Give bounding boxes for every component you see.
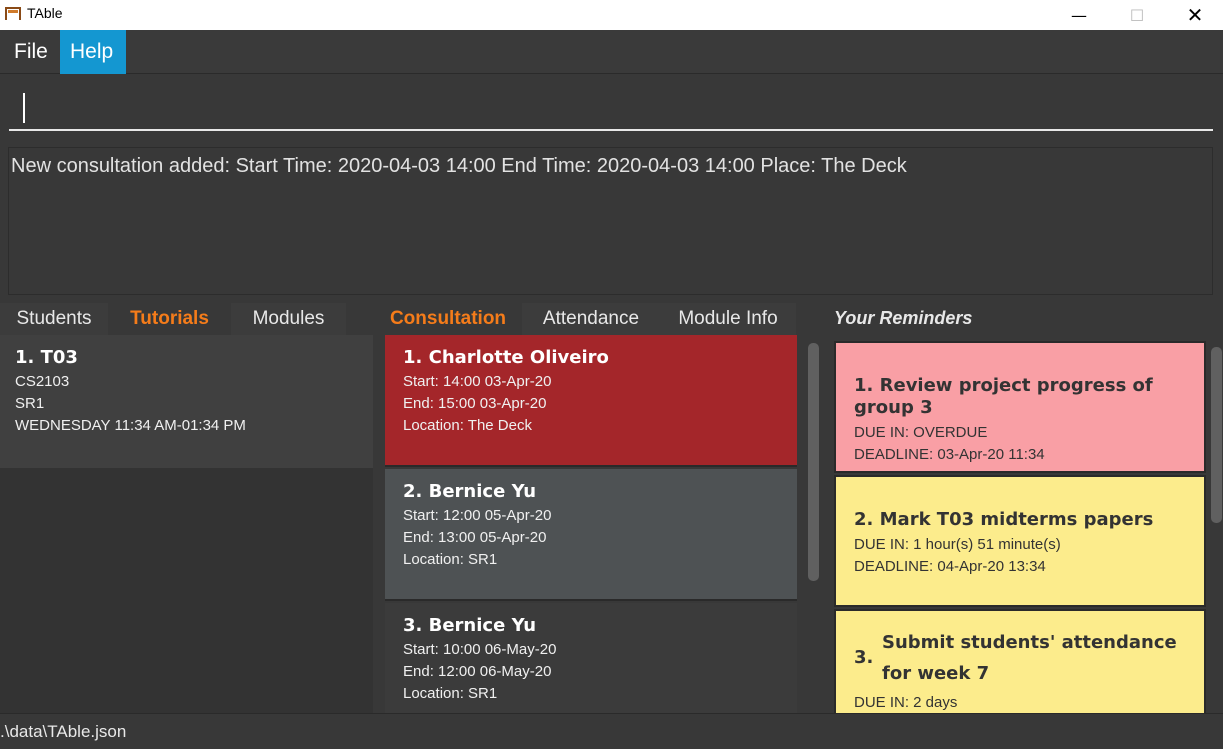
- tutorial-card[interactable]: 1. T03 CS2103 SR1 WEDNESDAY 11:34 AM-01:…: [0, 335, 373, 468]
- reminders-panel: Your Reminders 1. Review project progres…: [826, 303, 1223, 719]
- consultation-end: End: 15:00 03-Apr-20: [403, 395, 547, 412]
- reminder-due: DUE IN: 2 days: [854, 694, 958, 711]
- consultation-card[interactable]: 1. Charlotte Oliveiro Start: 14:00 03-Ap…: [385, 335, 797, 467]
- tutorial-list[interactable]: 1. T03 CS2103 SR1 WEDNESDAY 11:34 AM-01:…: [0, 335, 373, 713]
- tab-module-info[interactable]: Module Info: [660, 303, 796, 335]
- reminder-card[interactable]: 2. Mark T03 midterms papers DUE IN: 1 ho…: [834, 475, 1206, 607]
- left-panel: Students Tutorials Modules 1. T03 CS2103…: [0, 303, 373, 713]
- save-location: .\data\TAble.json: [0, 722, 127, 741]
- reminder-due: DUE IN: 1 hour(s) 51 minute(s): [854, 536, 1061, 553]
- reminder-deadline: DEADLINE: 04-Apr-20 13:34: [854, 558, 1046, 575]
- consultation-start: Start: 12:00 05-Apr-20: [403, 507, 552, 524]
- tab-tutorials[interactable]: Tutorials: [108, 303, 231, 335]
- consultation-start: Start: 10:00 06-May-20: [403, 641, 557, 658]
- reminder-heading-text: Submit students' attendance for week 7: [882, 632, 1177, 684]
- reminder-due: DUE IN: OVERDUE: [854, 424, 988, 441]
- consultation-name: 3. Bernice Yu: [403, 615, 537, 636]
- consultation-scrollbar[interactable]: [808, 343, 819, 581]
- menu-help[interactable]: Help: [60, 30, 126, 74]
- result-text: New consultation added: Start Time: 2020…: [11, 155, 907, 177]
- status-bar: .\data\TAble.json: [0, 713, 1223, 749]
- tab-students[interactable]: Students: [0, 303, 108, 335]
- tutorial-heading: 1. T03: [15, 347, 78, 368]
- reminders-scrollbar[interactable]: [1211, 347, 1222, 523]
- reminder-card[interactable]: 3. Submit students' attendance for week …: [834, 609, 1206, 719]
- app-table-icon: [5, 7, 21, 20]
- consultation-end: End: 12:00 06-May-20: [403, 663, 552, 680]
- tutorial-venue: SR1: [15, 395, 45, 412]
- reminder-number: 3.: [854, 647, 874, 668]
- minimize-button[interactable]: —: [1050, 0, 1108, 30]
- left-tabs: Students Tutorials Modules: [0, 303, 346, 335]
- reminder-deadline: DEADLINE: 03-Apr-20 11:34: [854, 446, 1045, 463]
- tab-attendance[interactable]: Attendance: [522, 303, 660, 335]
- result-display[interactable]: New consultation added: Start Time: 2020…: [8, 147, 1213, 295]
- reminder-heading: 3. Submit students' attendance for week …: [854, 627, 1186, 689]
- consultation-list[interactable]: 1. Charlotte Oliveiro Start: 14:00 03-Ap…: [383, 335, 797, 713]
- consultation-card[interactable]: 2. Bernice Yu Start: 12:00 05-Apr-20 End…: [385, 469, 797, 601]
- title-bar: TAble — ☐ ✕: [0, 0, 1223, 30]
- tab-modules[interactable]: Modules: [231, 303, 346, 335]
- menu-file[interactable]: File: [4, 30, 58, 74]
- consultation-location: Location: The Deck: [403, 417, 532, 434]
- middle-tabs: Consultation Attendance Module Info: [374, 303, 796, 335]
- consultation-location: Location: SR1: [403, 551, 498, 568]
- middle-panel: Consultation Attendance Module Info 1. C…: [374, 303, 824, 713]
- window-title: TAble: [27, 5, 63, 21]
- maximize-button[interactable]: ☐: [1108, 0, 1166, 30]
- reminders-title: Your Reminders: [834, 308, 973, 328]
- tab-consultation[interactable]: Consultation: [374, 303, 522, 335]
- close-button[interactable]: ✕: [1166, 0, 1223, 30]
- reminder-card[interactable]: 1. Review project progress of group 3 DU…: [834, 341, 1206, 473]
- consultation-card[interactable]: 3. Bernice Yu Start: 10:00 06-May-20 End…: [385, 603, 797, 713]
- consultation-start: Start: 14:00 03-Apr-20: [403, 373, 552, 390]
- tutorial-module: CS2103: [15, 373, 70, 390]
- consultation-location: Location: SR1: [403, 685, 498, 702]
- consultation-end: End: 13:00 05-Apr-20: [403, 529, 547, 546]
- reminder-heading: 2. Mark T03 midterms papers: [854, 509, 1154, 530]
- menu-bar: File Help: [0, 30, 1223, 74]
- command-input[interactable]: [9, 83, 1213, 131]
- consultation-name: 2. Bernice Yu: [403, 481, 537, 502]
- consultation-name: 1. Charlotte Oliveiro: [403, 347, 609, 368]
- reminder-heading: 1. Review project progress of group 3: [854, 375, 1153, 418]
- tutorial-time: WEDNESDAY 11:34 AM-01:34 PM: [15, 417, 246, 434]
- text-caret: [23, 93, 25, 123]
- command-area: [0, 75, 1223, 143]
